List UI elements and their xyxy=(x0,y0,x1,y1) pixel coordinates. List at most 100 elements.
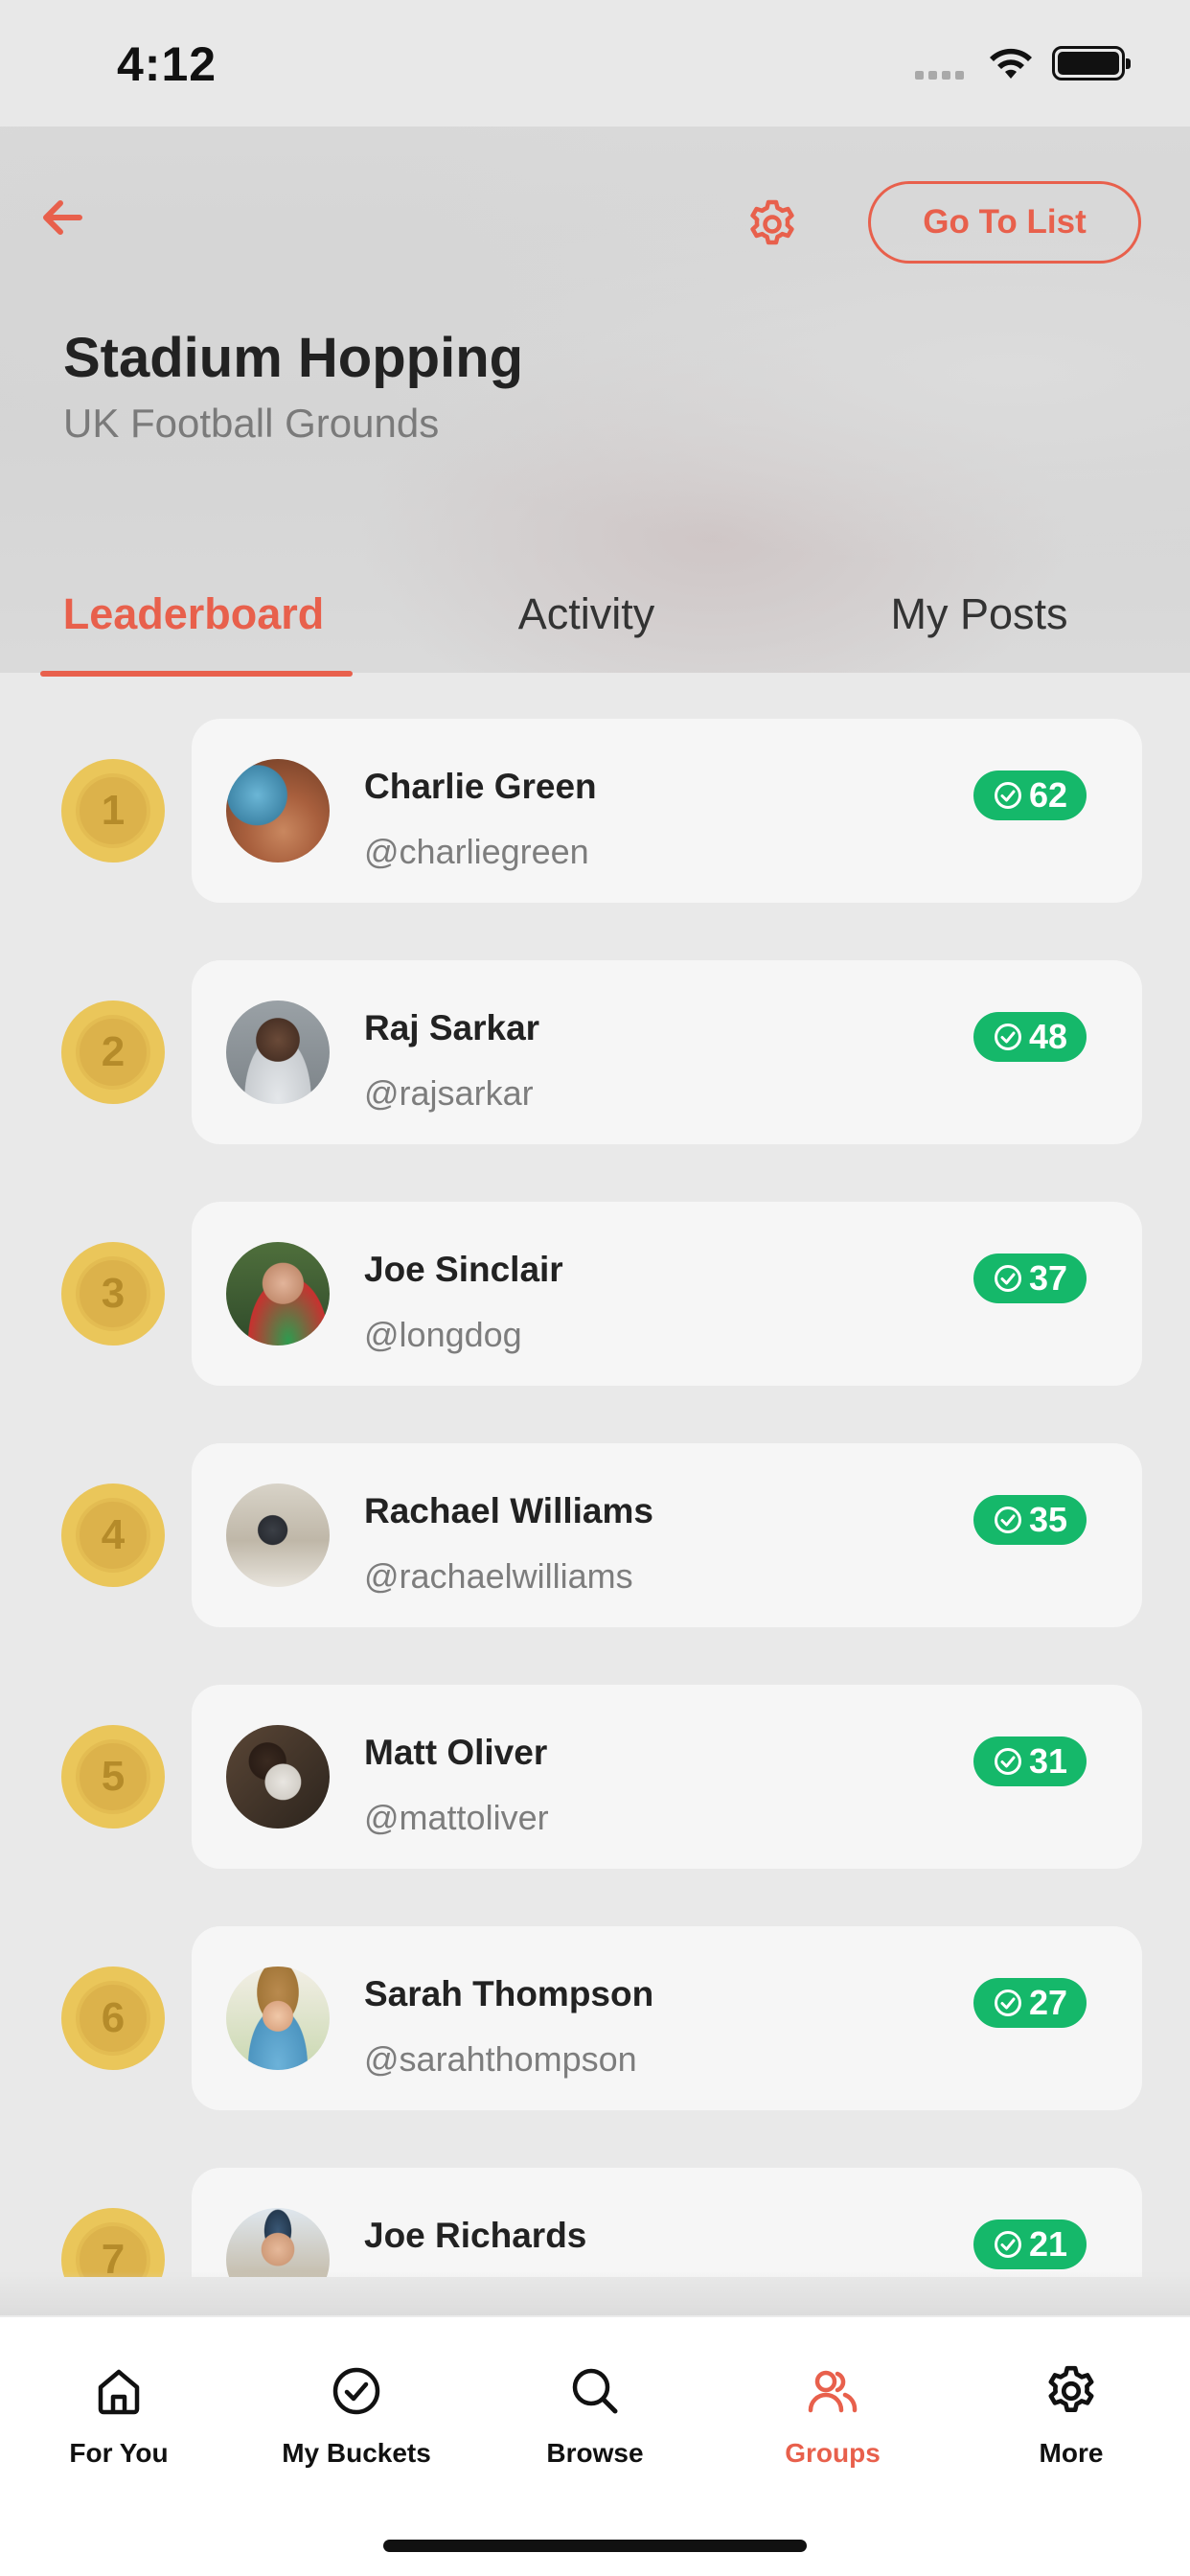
check-circle-icon xyxy=(994,1990,1021,2016)
check-circle-icon xyxy=(994,1506,1021,1533)
user-name: Sarah Thompson xyxy=(364,1974,654,2013)
user-name: Rachael Williams xyxy=(364,1491,653,1530)
avatar xyxy=(226,759,330,862)
check-circle-icon xyxy=(994,782,1021,809)
score-badge: 48 xyxy=(973,1012,1087,1062)
rank-number: 1 xyxy=(76,773,150,848)
group-subtitle: UK Football Grounds xyxy=(63,401,440,446)
rank-number: 2 xyxy=(76,1015,150,1090)
avatar xyxy=(226,1000,330,1104)
score-badge: 21 xyxy=(973,2220,1087,2269)
leaderboard-row: 4 Rachael Williams @rachaelwilliams 35 xyxy=(0,1443,1190,1627)
nav-label: My Buckets xyxy=(282,2438,431,2468)
check-circle-icon xyxy=(994,1024,1021,1050)
status-time: 4:12 xyxy=(117,37,217,91)
check-circle-icon xyxy=(994,1265,1021,1292)
gear-icon xyxy=(1048,2365,1094,2413)
user-handle: @charliegreen xyxy=(364,832,589,871)
score-badge: 31 xyxy=(973,1736,1087,1786)
user-name: Joe Richards xyxy=(364,2216,587,2255)
leaderboard-card[interactable]: Charlie Green @charliegreen 62 xyxy=(192,719,1142,903)
rank-medal: 5 xyxy=(61,1725,165,1828)
rank-medal: 6 xyxy=(61,1966,165,2070)
leaderboard-row: 3 Joe Sinclair @longdog 37 xyxy=(0,1202,1190,1386)
nav-for-you[interactable]: For You xyxy=(0,2363,238,2497)
score-value: 62 xyxy=(1028,775,1068,815)
check-circle-icon xyxy=(332,2367,380,2415)
user-handle: @mattoliver xyxy=(364,1798,549,1837)
rank-number: 6 xyxy=(76,1981,150,2056)
search-icon xyxy=(572,2368,618,2414)
nav-label: Browse xyxy=(546,2438,644,2468)
nav-browse[interactable]: Browse xyxy=(476,2363,714,2497)
avatar xyxy=(226,2208,330,2277)
avatar xyxy=(226,1484,330,1587)
nav-groups[interactable]: Groups xyxy=(714,2363,951,2497)
back-button[interactable] xyxy=(36,192,88,243)
arrow-left-icon xyxy=(43,200,82,235)
groups-icon xyxy=(808,2370,858,2413)
home-indicator[interactable] xyxy=(383,2540,807,2552)
home-icon xyxy=(98,2369,140,2415)
rank-number: 7 xyxy=(76,2222,150,2277)
score-value: 35 xyxy=(1028,1500,1068,1539)
rank-medal: 7 xyxy=(61,2208,165,2277)
score-badge: 62 xyxy=(973,770,1087,820)
user-handle: @sarahthompson xyxy=(364,2039,637,2079)
rank-number: 5 xyxy=(76,1739,150,1814)
nav-label: Groups xyxy=(785,2438,881,2468)
score-value: 27 xyxy=(1028,1983,1068,2022)
leaderboard-card[interactable]: Joe Sinclair @longdog 37 xyxy=(192,1202,1142,1386)
settings-gear-icon[interactable] xyxy=(745,197,799,251)
score-badge: 35 xyxy=(973,1495,1087,1545)
tab-my-posts[interactable]: My Posts xyxy=(797,556,1161,673)
battery-icon xyxy=(1052,46,1131,80)
leaderboard-card[interactable]: Matt Oliver @mattoliver 31 xyxy=(192,1685,1142,1869)
user-name: Charlie Green xyxy=(364,767,597,806)
score-badge: 27 xyxy=(973,1978,1087,2028)
bottom-tab-bar: For You My Buckets Browse Groups More xyxy=(0,2315,1190,2576)
leaderboard-card[interactable]: Raj Sarkar @rajsarkar 48 xyxy=(192,960,1142,1144)
leaderboard-card[interactable]: Sarah Thompson @sarahthompson 27 xyxy=(192,1926,1142,2110)
cellular-signal-icon xyxy=(915,71,964,80)
leaderboard-row: 1 Charlie Green @charliegreen 62 xyxy=(0,719,1190,903)
rank-medal: 4 xyxy=(61,1484,165,1587)
check-circle-icon xyxy=(994,2231,1021,2258)
score-value: 21 xyxy=(1028,2224,1068,2264)
score-value: 48 xyxy=(1028,1017,1068,1056)
rank-medal: 1 xyxy=(61,759,165,862)
rank-number: 3 xyxy=(76,1256,150,1331)
rank-medal: 3 xyxy=(61,1242,165,1346)
user-name: Raj Sarkar xyxy=(364,1008,540,1047)
tab-leaderboard[interactable]: Leaderboard xyxy=(11,556,376,673)
rank-medal: 2 xyxy=(61,1000,165,1104)
score-value: 31 xyxy=(1028,1741,1068,1781)
wifi-icon xyxy=(990,48,1032,79)
tab-bar: Leaderboard Activity My Posts xyxy=(0,556,1190,673)
nav-label: More xyxy=(1039,2438,1104,2468)
leaderboard-card[interactable]: Joe Richards 21 xyxy=(192,2168,1142,2277)
rank-number: 4 xyxy=(76,1498,150,1573)
tab-activity[interactable]: Activity xyxy=(404,556,768,673)
leaderboard-row: 7 Joe Richards 21 xyxy=(0,2168,1190,2277)
avatar xyxy=(226,1725,330,1828)
score-badge: 37 xyxy=(973,1254,1087,1303)
leaderboard-card[interactable]: Rachael Williams @rachaelwilliams 35 xyxy=(192,1443,1142,1627)
nav-more[interactable]: More xyxy=(952,2363,1190,2497)
avatar xyxy=(226,1242,330,1346)
user-name: Matt Oliver xyxy=(364,1733,548,1772)
check-circle-icon xyxy=(994,1748,1021,1775)
score-value: 37 xyxy=(1028,1258,1068,1298)
nav-my-buckets[interactable]: My Buckets xyxy=(238,2363,475,2497)
user-name: Joe Sinclair xyxy=(364,1250,563,1289)
user-handle: @rachaelwilliams xyxy=(364,1556,633,1596)
leaderboard-row: 2 Raj Sarkar @rajsarkar 48 xyxy=(0,960,1190,1144)
leaderboard-row: 5 Matt Oliver @mattoliver 31 xyxy=(0,1685,1190,1869)
user-handle: @longdog xyxy=(364,1315,522,1354)
go-to-list-button[interactable]: Go To List xyxy=(868,181,1141,264)
nav-label: For You xyxy=(69,2438,169,2468)
leaderboard-row: 6 Sarah Thompson @sarahthompson 27 xyxy=(0,1926,1190,2110)
status-bar: 4:12 xyxy=(0,0,1190,126)
leaderboard-list[interactable]: 1 Charlie Green @charliegreen 62 2 Raj S… xyxy=(0,677,1190,2277)
user-handle: @rajsarkar xyxy=(364,1073,534,1113)
